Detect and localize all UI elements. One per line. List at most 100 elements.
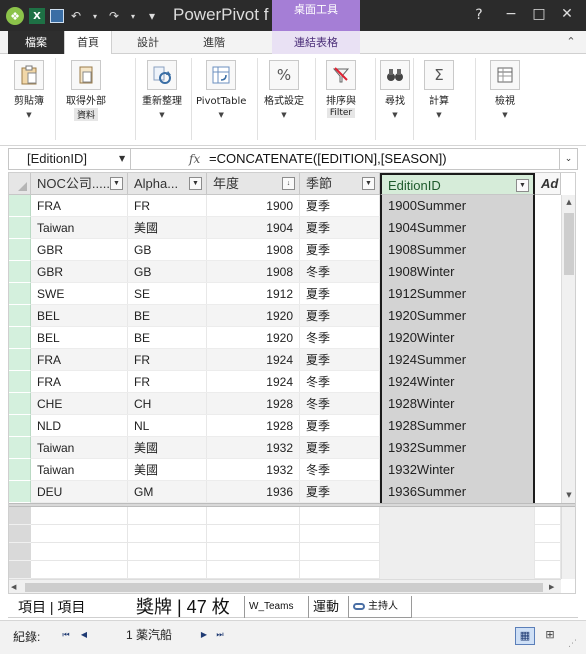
view-button[interactable]: 檢視 ▼ (490, 60, 520, 120)
calc-cell[interactable] (128, 525, 207, 543)
clipboard-button[interactable]: 剪貼簿 ▼ (14, 60, 44, 120)
view-dropdown-icon[interactable]: ▼ (502, 110, 507, 120)
table-cell[interactable]: 1936 (207, 481, 300, 503)
sheet-tab-hosts[interactable]: 主持人 (348, 596, 412, 618)
filter-dropdown-icon[interactable]: ▼ (516, 179, 529, 192)
calc-cell[interactable] (31, 543, 128, 561)
fx-icon[interactable]: fx (189, 149, 200, 169)
row-selector[interactable] (9, 283, 31, 305)
collapse-ribbon-icon[interactable]: ⌃ (563, 34, 579, 50)
resize-grip-icon[interactable]: ⋰ (568, 639, 580, 651)
diagram-view-icon[interactable]: ⊞ (540, 627, 560, 645)
table-cell[interactable]: 1932Winter (380, 459, 535, 481)
calc-cell[interactable] (31, 561, 128, 579)
table-cell[interactable]: 1932 (207, 459, 300, 481)
calc-cell[interactable] (380, 543, 535, 561)
scroll-down-icon[interactable]: ▼ (562, 488, 575, 503)
table-cell[interactable]: 1924 (207, 349, 300, 371)
format-button[interactable]: % 格式設定 ▼ (264, 60, 304, 120)
table-cell[interactable]: 夏季 (300, 195, 380, 217)
tab-linked-table[interactable]: 連結表格 (272, 31, 360, 54)
table-cell[interactable]: 1900Summer (380, 195, 535, 217)
format-dropdown-icon[interactable]: ▼ (281, 110, 286, 120)
calc-row-selector[interactable] (9, 507, 31, 525)
help-button[interactable]: ? (469, 5, 489, 25)
table-cell[interactable]: 1928Winter (380, 393, 535, 415)
table-cell[interactable]: 1912 (207, 283, 300, 305)
table-cell[interactable]: GM (128, 481, 207, 503)
table-cell[interactable]: FR (128, 349, 207, 371)
save-icon[interactable] (50, 9, 64, 23)
powerpivot-app-icon[interactable]: ❖ (6, 7, 24, 25)
tab-file[interactable]: 檔案 (8, 31, 64, 54)
calc-cell[interactable] (535, 561, 561, 579)
table-cell[interactable]: BE (128, 327, 207, 349)
refresh-button[interactable]: 重新整理 ▼ (142, 60, 182, 120)
table-cell[interactable]: FRA (31, 195, 128, 217)
table-cell[interactable]: 美國 (128, 459, 207, 481)
table-cell[interactable]: 夏季 (300, 415, 380, 437)
table-cell[interactable]: GBR (31, 239, 128, 261)
table-cell[interactable]: CHE (31, 393, 128, 415)
table-cell[interactable]: DEU (31, 481, 128, 503)
table-cell[interactable]: 1908 (207, 239, 300, 261)
first-record-icon[interactable]: ⏮ (60, 627, 72, 643)
table-cell[interactable]: 冬季 (300, 393, 380, 415)
calc-cell[interactable] (535, 543, 561, 561)
column-header-noc[interactable]: NOC公司...... ▼ (31, 173, 128, 195)
table-cell[interactable]: 1928Summer (380, 415, 535, 437)
tab-design[interactable]: 設計 (124, 31, 172, 54)
calc-cell[interactable] (300, 525, 380, 543)
table-cell[interactable]: 1904 (207, 217, 300, 239)
clipboard-dropdown-icon[interactable]: ▼ (26, 110, 31, 120)
table-cell[interactable]: 1912Summer (380, 283, 535, 305)
row-selector[interactable] (9, 327, 31, 349)
table-cell[interactable]: 1924Summer (380, 349, 535, 371)
calc-cell[interactable] (300, 561, 380, 579)
pivottable-button[interactable]: PivotTable ▼ (196, 60, 246, 120)
table-cell[interactable]: 1908Summer (380, 239, 535, 261)
pivottable-dropdown-icon[interactable]: ▼ (219, 110, 224, 120)
table-cell[interactable]: 冬季 (300, 261, 380, 283)
column-header-editionid[interactable]: EditionID ▼ (380, 173, 535, 195)
calc-cell[interactable] (207, 561, 300, 579)
table-cell[interactable]: 1908 (207, 261, 300, 283)
table-cell[interactable]: 1904Summer (380, 217, 535, 239)
get-external-data-button[interactable]: 取得外部 資料 (66, 60, 106, 121)
table-cell[interactable]: 1920Summer (380, 305, 535, 327)
filter-dropdown-icon[interactable]: ▼ (362, 177, 375, 190)
table-cell[interactable]: BE (128, 305, 207, 327)
excel-icon[interactable]: X (29, 8, 45, 24)
table-cell[interactable]: 夏季 (300, 437, 380, 459)
table-cell[interactable]: 1932Summer (380, 437, 535, 459)
table-cell[interactable]: 1936Summer (380, 481, 535, 503)
table-cell[interactable]: CH (128, 393, 207, 415)
close-button[interactable]: ✕ (553, 3, 581, 27)
calc-cell[interactable] (128, 543, 207, 561)
table-cell[interactable]: 美國 (128, 437, 207, 459)
row-selector[interactable] (9, 437, 31, 459)
row-selector[interactable] (9, 261, 31, 283)
row-selector[interactable] (9, 459, 31, 481)
tab-advanced[interactable]: 進階 (190, 31, 238, 54)
redo-dropdown-icon[interactable]: ▾ (126, 7, 140, 25)
table-cell[interactable]: Taiwan (31, 437, 128, 459)
calc-cell[interactable] (128, 561, 207, 579)
table-cell[interactable]: Taiwan (31, 217, 128, 239)
table-cell[interactable]: Taiwan (31, 459, 128, 481)
previous-record-icon[interactable]: ◀ (78, 627, 90, 643)
calc-cell[interactable] (535, 525, 561, 543)
calculate-dropdown-icon[interactable]: ▼ (436, 110, 441, 120)
calc-cell[interactable] (207, 525, 300, 543)
row-selector[interactable] (9, 393, 31, 415)
last-record-icon[interactable]: ⏭ (214, 627, 226, 643)
calc-row-selector[interactable] (9, 561, 31, 579)
filter-dropdown-icon[interactable]: ▼ (189, 177, 202, 190)
scroll-right-icon[interactable]: ▶ (549, 580, 554, 593)
row-selector[interactable] (9, 481, 31, 503)
scroll-thumb[interactable] (25, 583, 543, 592)
next-record-icon[interactable]: ▶ (198, 627, 210, 643)
name-box[interactable]: [EditionID] (9, 149, 131, 169)
find-dropdown-icon[interactable]: ▼ (392, 110, 397, 120)
refresh-dropdown-icon[interactable]: ▼ (159, 110, 164, 120)
